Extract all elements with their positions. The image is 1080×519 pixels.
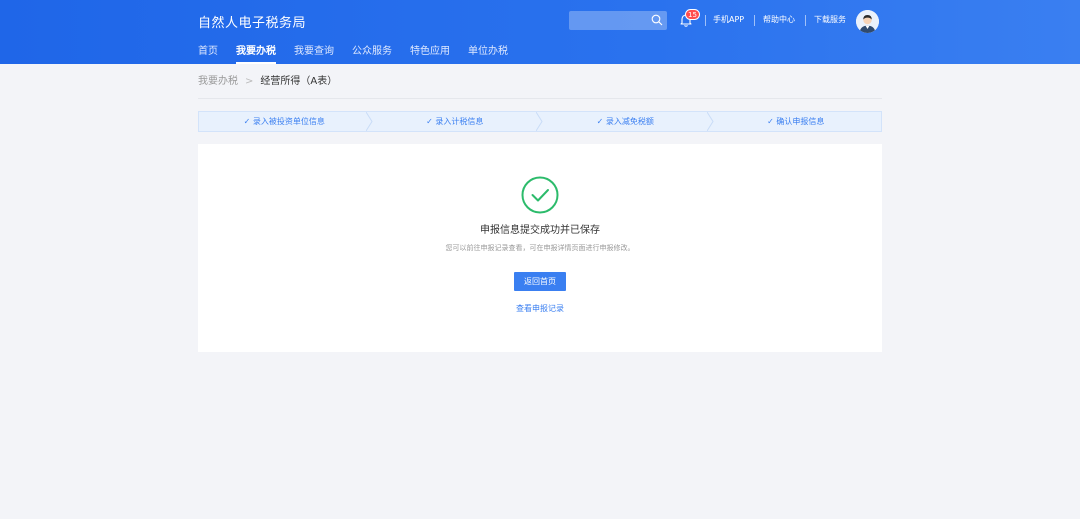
search-input[interactable] <box>569 11 667 30</box>
step-divider-icon <box>706 112 714 131</box>
step-3: ✓ 录入减免税额 <box>540 112 714 131</box>
result-description: 您可以前往申报记录查看，可在申报详情页面进行申报修改。 <box>445 244 635 252</box>
nav-unit-tax[interactable]: 单位办税 <box>468 44 508 64</box>
breadcrumb-current: 经营所得（A表） <box>260 76 338 87</box>
nav-tax-handling[interactable]: 我要办税 <box>236 44 276 64</box>
step-1: ✓ 录入被投资单位信息 <box>199 112 373 131</box>
return-home-button[interactable]: 返回首页 <box>514 272 566 291</box>
step-label: ✓ 录入计税信息 <box>426 117 484 126</box>
view-records-link[interactable]: 查看申报记录 <box>198 303 882 315</box>
mobile-app-link[interactable]: 手机APP <box>713 14 744 26</box>
step-label: ✓ 录入减免税额 <box>596 117 654 126</box>
header-divider <box>705 15 706 26</box>
main-nav: 首页 我要办税 我要查询 公众服务 特色应用 单位办税 <box>198 44 526 64</box>
notification-badge: 15 <box>685 9 700 20</box>
top-header: 自然人电子税务局 首页 我要办税 我要查询 公众服务 特色应用 单位办税 15 … <box>0 0 1080 64</box>
nav-featured-apps[interactable]: 特色应用 <box>410 44 450 64</box>
step-divider-icon <box>536 112 543 131</box>
nav-query[interactable]: 我要查询 <box>294 44 334 64</box>
step-divider-icon <box>365 112 373 131</box>
nav-public-service[interactable]: 公众服务 <box>352 44 392 64</box>
avatar[interactable] <box>856 10 879 33</box>
nav-home[interactable]: 首页 <box>198 44 218 64</box>
progress-steps: ✓ 录入被投资单位信息 ✓ 录入计税信息 ✓ 录入减免税额 ✓ 确认申报信息 <box>198 111 882 132</box>
user-avatar-icon <box>856 10 879 33</box>
header-divider <box>805 15 806 26</box>
site-title[interactable]: 自然人电子税务局 <box>198 12 306 31</box>
step-label: ✓ 确认申报信息 <box>767 117 825 126</box>
header-divider <box>754 15 755 26</box>
download-service-link[interactable]: 下载服务 <box>814 14 846 26</box>
breadcrumb: 我要办税 > 经营所得（A表） <box>198 75 882 99</box>
step-4: ✓ 确认申报信息 <box>711 112 882 131</box>
step-label: ✓ 录入被投资单位信息 <box>243 117 325 126</box>
chevron-right-icon: > <box>245 76 254 87</box>
result-card: 申报信息提交成功并已保存 您可以前往申报记录查看，可在申报详情页面进行申报修改。… <box>198 144 882 352</box>
search-icon[interactable] <box>651 14 663 26</box>
success-check-icon <box>521 176 559 214</box>
breadcrumb-parent[interactable]: 我要办税 <box>198 75 238 89</box>
step-2: ✓ 录入计税信息 <box>370 112 543 131</box>
result-title: 申报信息提交成功并已保存 <box>480 225 600 236</box>
help-center-link[interactable]: 帮助中心 <box>763 14 795 26</box>
